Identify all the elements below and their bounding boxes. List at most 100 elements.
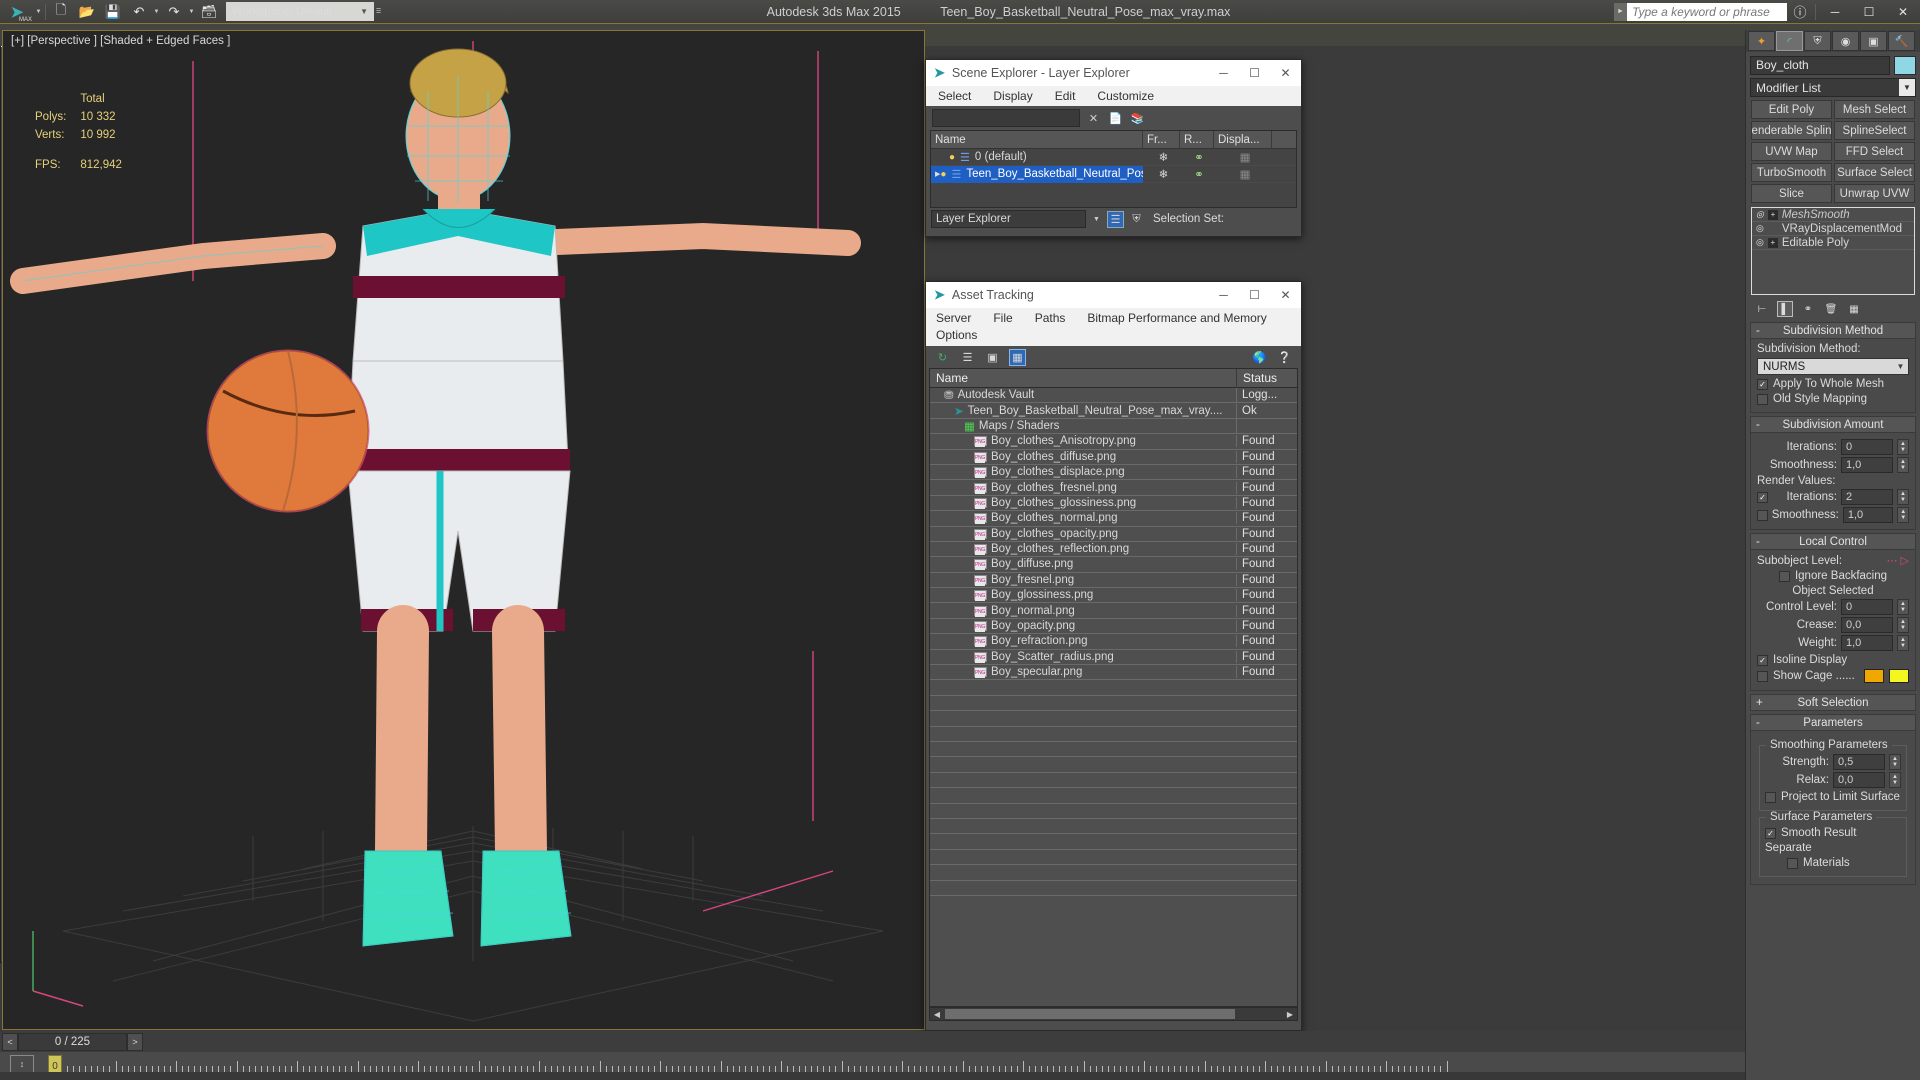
scene-explorer-menubar[interactable]: Select Display Edit Customize <box>926 86 1301 106</box>
menu-bitmap-performance[interactable]: Bitmap Performance and Memory <box>1087 310 1266 327</box>
details-view-icon[interactable]: ▣ <box>984 349 1001 366</box>
make-unique-icon[interactable]: ⚭ <box>1800 301 1816 317</box>
crease-row[interactable]: Crease: 0,0 ▲ ▼ <box>1757 617 1909 633</box>
asset-tracking-toolbar[interactable]: ↻ ☰ ▣ ▦ 🌎 ❔ <box>926 346 1301 368</box>
scene-explorer-search-input[interactable] <box>932 109 1080 127</box>
tab-display[interactable]: ▣ <box>1860 31 1887 51</box>
freeze-icon[interactable]: ❄ <box>1143 149 1180 166</box>
object-name-row[interactable]: Boy_cloth <box>1750 55 1916 75</box>
control-level-spinner[interactable]: ▲ ▼ <box>1897 599 1909 615</box>
crease-spinner[interactable]: ▲ ▼ <box>1897 617 1909 633</box>
ignore-backfacing-checkbox[interactable] <box>1778 570 1790 582</box>
materials-row[interactable]: Materials <box>1765 857 1901 869</box>
isoline-display-checkbox[interactable]: ✓ <box>1757 654 1768 666</box>
rollout-subdivision-amount-header[interactable]: - Subdivision Amount <box>1750 416 1916 433</box>
tab-create[interactable]: ✦ <box>1748 31 1775 51</box>
search-area[interactable]: ► Type a keyword or phrase <box>1614 2 1787 21</box>
strength-row[interactable]: Strength: 0,5 ▲ ▼ <box>1765 754 1901 770</box>
relax-spinner[interactable]: ▲ ▼ <box>1889 772 1901 788</box>
render-iterations-input[interactable]: 2 <box>1841 489 1893 505</box>
table-row[interactable]: Boy_glossiness.png Found <box>930 588 1297 604</box>
scene-explorer-minimize-button[interactable]: ─ <box>1208 60 1239 86</box>
iterations-spinner[interactable]: ▲ ▼ <box>1897 439 1909 455</box>
table-row[interactable]: Boy_clothes_fresnel.png Found <box>930 480 1297 496</box>
help-icon[interactable]: ⓘ <box>1787 1 1813 23</box>
menu-file[interactable]: File <box>993 310 1012 327</box>
expand-plus-icon[interactable]: + <box>1767 237 1778 248</box>
scene-explorer-table[interactable]: Name Fr... R... Displa... ● ☰ 0 (default… <box>930 130 1297 208</box>
weight-input[interactable]: 1,0 <box>1841 635 1893 651</box>
table-row[interactable]: Boy_clothes_glossiness.png Found <box>930 496 1297 512</box>
isoline-display-row[interactable]: ✓ Isoline Display <box>1757 654 1909 666</box>
object-color-swatch[interactable] <box>1894 55 1916 75</box>
asset-tracking-menubar[interactable]: Server File Paths Bitmap Performance and… <box>926 308 1301 346</box>
asset-tracking-hscrollbar[interactable]: ◀ ▶ <box>929 1007 1298 1021</box>
control-level-input[interactable]: 0 <box>1841 599 1893 615</box>
scene-explorer-window[interactable]: ➤ Scene Explorer - Layer Explorer ─ ☐ ✕ … <box>925 59 1302 237</box>
light-bulb-icon[interactable]: ● <box>940 169 946 180</box>
close-button[interactable]: ✕ <box>1886 0 1920 24</box>
list-view-icon[interactable]: ☰ <box>959 349 976 366</box>
rollout-local-control[interactable]: - Local Control Subobject Level: ⋯ ▷ Ign… <box>1750 533 1916 691</box>
modifier-stack-item[interactable]: ◎ + MeshSmooth <box>1752 208 1914 222</box>
maximize-button[interactable]: ☐ <box>1852 0 1886 24</box>
scene-explorer-filter-row[interactable]: ✕ 📄 📚 <box>928 106 1299 130</box>
col-status[interactable]: Status <box>1237 369 1297 388</box>
rollout-subdivision-method[interactable]: - Subdivision Method Subdivision Method:… <box>1750 322 1916 413</box>
smooth-result-checkbox[interactable]: ✓ <box>1765 827 1776 839</box>
rollout-parameters[interactable]: - Parameters Smoothing Parameters Streng… <box>1750 714 1916 885</box>
pin-stack-icon[interactable]: ⊢ <box>1754 301 1770 317</box>
table-row[interactable]: Boy_clothes_Anisotropy.png Found <box>930 434 1297 450</box>
search-dropdown-icon[interactable]: ► <box>1614 2 1627 21</box>
hierarchy-view-toggle[interactable]: ⛨ <box>1128 211 1145 228</box>
table-row[interactable]: Boy_clothes_reflection.png Found <box>930 542 1297 558</box>
menu-edit[interactable]: Edit <box>1055 89 1076 103</box>
scene-explorer-close-button[interactable]: ✕ <box>1270 60 1301 86</box>
scene-explorer-footer[interactable]: Layer Explorer ▼ ☰ ⛨ Selection Set: <box>928 208 1299 230</box>
render-iterations-checkbox[interactable]: ✓ <box>1757 491 1768 503</box>
project-folder-button[interactable]: 🗃 <box>196 1 222 23</box>
asset-tracking-minimize-button[interactable]: ─ <box>1208 282 1239 308</box>
smoothness-row[interactable]: Smoothness: 1,0 ▲ ▼ <box>1757 457 1909 473</box>
table-row[interactable]: Boy_clothes_displace.png Found <box>930 465 1297 481</box>
table-row[interactable]: Boy_fresnel.png Found <box>930 573 1297 589</box>
col-freeze[interactable]: Fr... <box>1143 130 1180 149</box>
asset-tracking-list[interactable]: ⛃ Autodesk Vault Logg... ➤ Teen_Boy_Basketba… <box>929 387 1298 1007</box>
table-row[interactable]: Boy_specular.png Found <box>930 665 1297 681</box>
display-icon[interactable]: ▦ <box>1214 166 1272 183</box>
display-icon[interactable]: ▦ <box>1214 149 1272 166</box>
workspace-selector[interactable]: Workspace: Default ▼ <box>226 2 375 21</box>
minimize-button[interactable]: ─ <box>1818 0 1852 24</box>
modifier-button[interactable]: Mesh Select <box>1834 100 1915 119</box>
modifier-button[interactable]: SplineSelect <box>1834 121 1915 140</box>
col-name[interactable]: Name <box>930 368 1237 388</box>
configure-modifier-sets-icon[interactable]: ▦ <box>1846 301 1862 317</box>
modifier-stack-item[interactable]: ◎ VRayDisplacementMod <box>1752 222 1914 236</box>
show-end-result-icon[interactable]: ▌ <box>1777 301 1793 317</box>
asset-tracking-titlebar[interactable]: ➤ Asset Tracking ─ ☐ ✕ <box>926 282 1301 308</box>
apply-to-whole-mesh-checkbox[interactable]: ✓ <box>1757 378 1768 390</box>
command-panel[interactable]: ✦ ◜ ⛨ ◉ ▣ 🔨 Boy_cloth Modifier List ▼ Ed… <box>1745 30 1920 1080</box>
help-question-icon[interactable]: ❔ <box>1276 349 1293 366</box>
table-row[interactable]: ▶ ● ☰ Teen_Boy_Basketball_Neutral_Pose ❄… <box>931 165 1296 183</box>
menu-options[interactable]: Options <box>936 327 977 344</box>
scroll-left-arrow-icon[interactable]: ◀ <box>930 1010 944 1019</box>
modifier-button[interactable]: UVW Map <box>1751 142 1832 161</box>
redo-button[interactable]: ↷ <box>161 1 187 23</box>
menu-select[interactable]: Select <box>938 89 971 103</box>
new-layer-icon[interactable]: 📄 <box>1107 110 1124 127</box>
previous-frame-button[interactable]: < <box>2 1033 18 1051</box>
table-row[interactable]: Boy_clothes_diffuse.png Found <box>930 450 1297 465</box>
table-row[interactable]: ⛃ Autodesk Vault Logg... <box>930 388 1297 404</box>
control-level-row[interactable]: Control Level: 0 ▲ ▼ <box>1757 599 1909 615</box>
rollout-parameters-header[interactable]: - Parameters <box>1750 714 1916 731</box>
iterations-input[interactable]: 0 <box>1841 439 1893 455</box>
chevron-down-icon[interactable]: ▼ <box>1090 210 1103 228</box>
modifier-button[interactable]: Surface Select <box>1834 163 1915 182</box>
light-bulb-icon[interactable]: ● <box>949 152 955 163</box>
project-to-limit-row[interactable]: Project to Limit Surface <box>1765 791 1901 803</box>
show-cage-row[interactable]: Show Cage ...... <box>1757 669 1909 683</box>
tab-hierarchy[interactable]: ⛨ <box>1804 31 1831 51</box>
new-scene-button[interactable]: 🗋 <box>48 1 74 23</box>
modifier-stack-item[interactable]: ◎ + Editable Poly <box>1752 236 1914 250</box>
